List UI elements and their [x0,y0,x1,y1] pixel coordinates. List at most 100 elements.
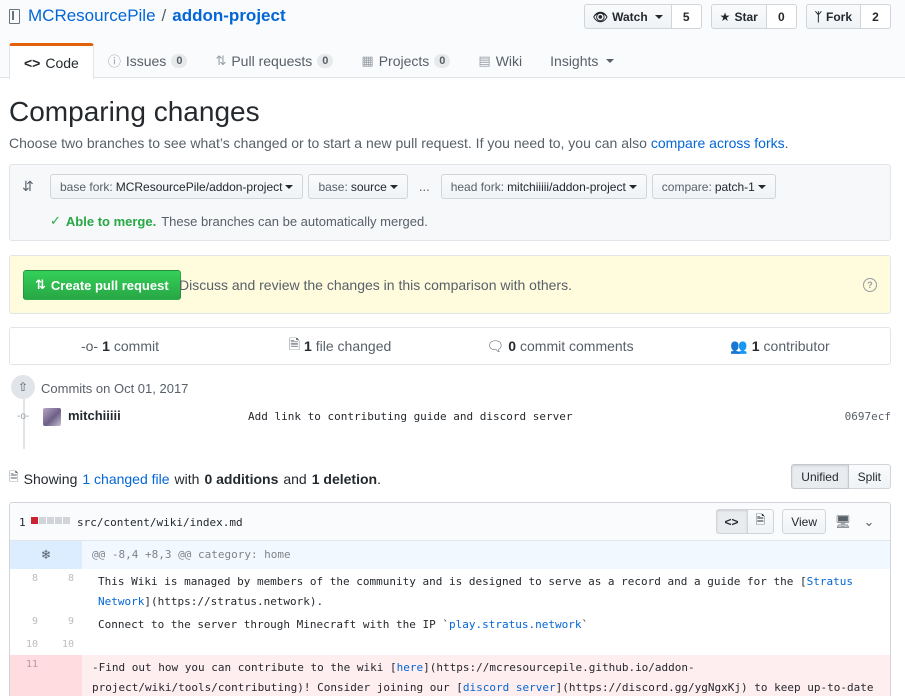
files-summary[interactable]: 🗎 1 file changed [230,328,450,364]
repo-icon [9,8,20,24]
view-file-button[interactable]: View [782,509,826,534]
project-icon: ▦ [361,52,374,68]
unified-button[interactable]: Unified [791,464,849,489]
diff-line: 9 9 Connect to the server through Minecr… [10,612,890,635]
line-text: ` [581,618,589,631]
people-icon: 👥 [730,337,748,354]
pulls-count: 0 [317,53,334,68]
new-line-number[interactable]: 8 [46,569,82,612]
deletions-count: 1 deletion [311,470,378,487]
new-line-number[interactable]: 9 [46,612,82,635]
expand-icon[interactable]: ❄ [10,541,82,569]
compare-across-forks-link[interactable]: compare across forks [651,135,785,151]
check-icon: ✓ [50,213,61,228]
changed-files-link[interactable]: 1 changed file [82,471,169,487]
git-compare-icon: ⇵ [22,178,34,194]
head-fork-select[interactable]: head fork: mitchiiiii/addon-project [440,174,647,199]
tab-projects[interactable]: ▦ Projects 0 [347,43,464,78]
fork-button[interactable]: ᛉ Fork [805,4,861,29]
tab-pull-requests[interactable]: ⇅ Pull requests 0 [201,43,347,78]
commit-author-link[interactable]: mitchiiiii [68,408,121,423]
file-actions: <> 🗎 View 🖥 ⌄ [715,509,878,534]
line-text: ](https://stratus.network). [144,595,324,608]
repo-owner-link[interactable]: MCResourcePile [28,6,156,26]
star-count[interactable]: 0 [766,4,797,29]
create-pull-request-button[interactable]: ⇅ Create pull request [23,270,181,300]
base-fork-select[interactable]: base fork: MCResourcePile/addon-project [50,174,304,199]
new-line-number[interactable] [46,655,82,696]
chevron-down-icon[interactable]: ⌄ [860,514,878,530]
chevron-down-icon [757,184,766,189]
diff-line: 8 8 This Wiki is managed by members of t… [10,569,890,612]
chevron-down-icon [606,58,615,63]
and-label: and [283,470,307,487]
fork-count[interactable]: 2 [861,4,891,29]
line-content: This Wiki is managed by members of the c… [82,569,890,612]
avatar[interactable] [43,408,61,426]
new-line-number[interactable]: 10 [46,635,82,655]
with-label: with [174,470,200,487]
range-dots: ... [418,179,430,194]
commits-count: 1 [102,338,110,354]
pull-request-icon: ⇅ [35,277,46,292]
repo-name-link[interactable]: addon-project [172,6,285,26]
file-change-count: 1 [19,516,26,529]
tab-issues[interactable]: ⓘ Issues 0 [94,43,202,78]
overall-summary: -o- 1 commit 🗎 1 file changed 🗨 0 commit… [9,327,891,365]
range-editor: ⇵ base fork: MCResourcePile/addon-projec… [9,164,891,241]
compare-branch-select[interactable]: compare: patch-1 [651,174,776,199]
source-rich-toggle: <> 🗎 [715,509,775,534]
base-branch-label: base: [318,179,348,194]
watch-label: Watch [612,9,648,24]
line-link: discord server [462,681,556,694]
commit-sha-link[interactable]: 0697ecf [845,410,891,423]
watch-count[interactable]: 5 [671,4,702,29]
comments-count: 0 [508,338,516,354]
comments-summary[interactable]: 🗨 0 commit comments [450,328,670,364]
tab-pulls-label: Pull requests [231,52,313,69]
old-line-number[interactable]: 10 [10,635,46,655]
contributors-summary[interactable]: 👥 1 contributor [670,328,890,364]
diff-summary: 🗎 Showing 1 changed file with 0 addition… [9,468,381,489]
file-header: 1 src/content/wiki/index.md <> 🗎 View 🖥 … [10,503,890,541]
old-line-number[interactable]: 11 [10,655,46,696]
tab-issues-label: Issues [125,52,167,69]
star-action: ★ Star 0 [710,4,797,29]
line-text: Connect to the server through Minecraft … [98,618,449,631]
line-content: -Find out how you can contribute to the … [82,655,890,696]
base-branch-value: source [350,179,387,194]
file-path[interactable]: src/content/wiki/index.md [77,516,243,529]
old-line-number[interactable]: 9 [10,612,46,635]
commit-message-link[interactable]: Add link to contributing guide and disco… [248,410,573,423]
fork-label: Fork [825,9,852,24]
merge-message: These branches can be automatically merg… [161,213,428,229]
old-line-number[interactable]: 8 [10,569,46,612]
subtitle-end: . [784,135,789,151]
commits-label: commit [113,338,160,354]
repo-separator: / [161,6,167,25]
diff-line-deletion: 11 -Find out how you can contribute to t… [10,655,890,696]
tab-wiki[interactable]: ▤ Wiki [464,43,536,78]
file-diff-icon: 🗎 [9,470,19,484]
file-diff: 1 src/content/wiki/index.md <> 🗎 View 🖥 … [9,502,891,696]
star-button[interactable]: ★ Star [710,4,767,29]
hunk-text: @@ -8,4 +8,3 @@ category: home [92,548,291,561]
watch-button[interactable]: 👁 Watch [583,4,672,29]
toc-end: . [377,470,381,487]
projects-count: 0 [434,53,451,68]
commits-summary[interactable]: -o- 1 commit [10,328,230,364]
split-button[interactable]: Split [848,464,891,489]
chevron-down-icon [389,184,398,189]
repo-nav: <> Code ⓘ Issues 0 ⇅ Pull requests 0 ▦ P… [9,43,628,79]
chevron-down-icon [654,14,663,19]
rich-diff-button[interactable]: 🗎 [747,509,775,534]
tab-insights[interactable]: Insights [536,43,628,78]
code-icon: <> [24,54,41,71]
compare-branch-value: patch-1 [714,179,755,194]
source-diff-button[interactable]: <> [715,509,748,534]
question-icon[interactable]: ? [863,278,877,292]
desktop-icon[interactable]: 🖥 [834,514,852,530]
base-branch-select[interactable]: base: source [308,174,408,199]
diff-line: 10 10 [10,635,890,655]
tab-code[interactable]: <> Code [9,43,94,79]
